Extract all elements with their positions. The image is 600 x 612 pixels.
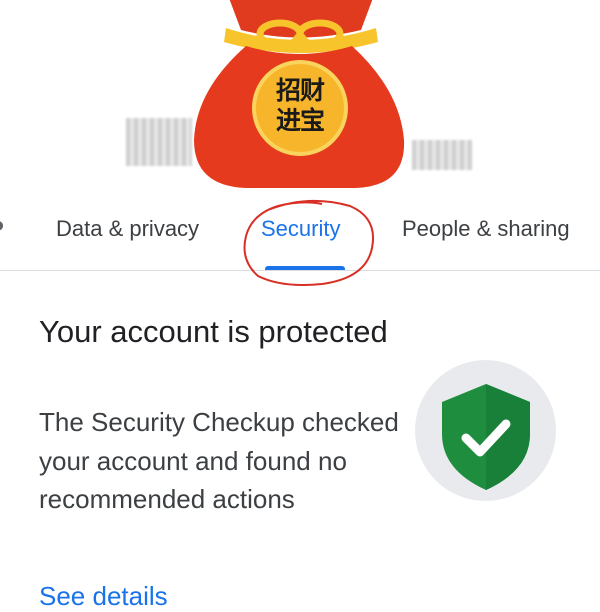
- blurred-banner-right: [412, 140, 472, 170]
- tab-security[interactable]: Security: [261, 216, 340, 242]
- profile-header: 招财 进宝: [0, 0, 600, 190]
- blurred-banner-left: [126, 118, 192, 166]
- shield-check-icon: [442, 384, 530, 490]
- status-description: The Security Checkup checked your accoun…: [39, 407, 399, 514]
- active-tab-indicator: [265, 266, 345, 270]
- tab-fragment-left[interactable]: ◗: [0, 212, 7, 238]
- tab-data-privacy[interactable]: Data & privacy: [56, 216, 199, 242]
- account-tabs: ◗ Data & privacy Security People & shari…: [0, 190, 600, 271]
- see-details-link[interactable]: See details: [39, 581, 168, 612]
- lucky-bag-label: 招财 进宝: [275, 76, 325, 135]
- status-headline: Your account is protected: [39, 314, 388, 349]
- tab-people-sharing[interactable]: People & sharing: [402, 216, 570, 242]
